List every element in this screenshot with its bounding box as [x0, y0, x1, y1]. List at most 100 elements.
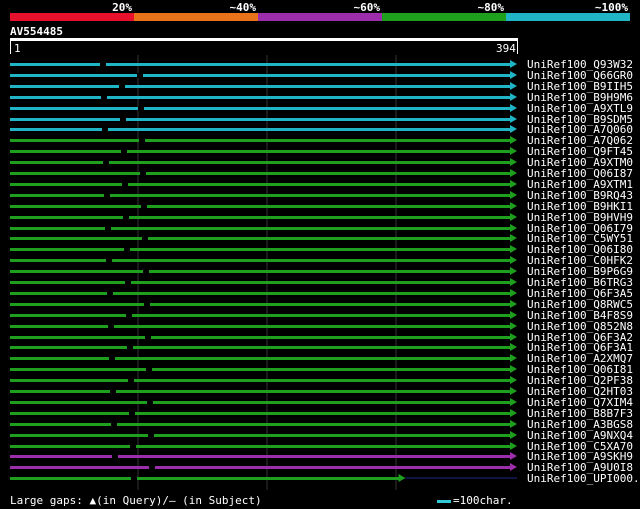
- hit-bar[interactable]: [10, 346, 511, 349]
- gap-mark: [120, 117, 126, 122]
- gap-mark: [104, 193, 110, 198]
- hit-bar[interactable]: [10, 150, 511, 153]
- gap-mark: [127, 345, 133, 350]
- hit-arrow: [510, 136, 517, 144]
- hit-arrow: [510, 115, 517, 123]
- gap-mark: [149, 465, 155, 470]
- gap-mark: [109, 356, 115, 361]
- gap-mark: [102, 127, 108, 132]
- hit-bar[interactable]: [10, 128, 511, 131]
- hit-arrow: [510, 322, 517, 330]
- hit-bar[interactable]: [10, 368, 511, 371]
- hit-bar[interactable]: [10, 270, 511, 273]
- gap-mark: [103, 160, 109, 165]
- gap-mark: [130, 444, 136, 449]
- hit-bar[interactable]: [10, 281, 511, 284]
- hit-arrow: [510, 169, 517, 177]
- hit-bar[interactable]: [10, 336, 511, 339]
- gap-mark: [131, 476, 137, 481]
- hit-arrow: [510, 104, 517, 112]
- hit-arrow: [510, 224, 517, 232]
- hit-bar[interactable]: [10, 292, 511, 295]
- hit-bar[interactable]: [10, 227, 511, 230]
- hit-arrow: [510, 354, 517, 362]
- hit-bar[interactable]: [10, 303, 511, 306]
- gap-mark: [100, 62, 106, 67]
- gap-mark: [139, 138, 145, 143]
- hit-bar[interactable]: [10, 423, 511, 426]
- gap-mark: [137, 73, 143, 78]
- hit-bar[interactable]: [10, 96, 511, 99]
- hit-bar[interactable]: [10, 205, 511, 208]
- gap-mark: [125, 280, 131, 285]
- hit-bar[interactable]: [10, 445, 511, 448]
- hit-bar[interactable]: [10, 63, 511, 66]
- hit-bar[interactable]: [10, 434, 511, 437]
- hit-bar[interactable]: [10, 314, 511, 317]
- gap-mark: [123, 215, 129, 220]
- footer-gap-legend: Large gaps: ▲(in Query)/– (in Subject): [10, 494, 262, 507]
- gap-mark: [121, 149, 127, 154]
- hit-arrow: [510, 365, 517, 373]
- gap-mark: [129, 411, 135, 416]
- gap-mark: [147, 400, 153, 405]
- footer-scale: =100char.: [437, 494, 513, 507]
- scale-label: =100char.: [453, 494, 513, 507]
- gap-mark: [141, 204, 147, 209]
- hit-arrow: [510, 463, 517, 471]
- hit-bar[interactable]: [10, 325, 511, 328]
- hit-arrow: [510, 278, 517, 286]
- gap-mark: [107, 291, 113, 296]
- hit-arrow: [510, 202, 517, 210]
- hit-label[interactable]: UniRef100_UPI000..: [527, 473, 640, 484]
- hit-bar[interactable]: [10, 85, 511, 88]
- hit-arrow: [510, 420, 517, 428]
- hit-arrow: [510, 82, 517, 90]
- hit-bar[interactable]: [10, 248, 511, 251]
- hit-bar[interactable]: [10, 466, 511, 469]
- hit-bar[interactable]: [10, 183, 511, 186]
- hit-arrow: [510, 158, 517, 166]
- hit-bar[interactable]: [10, 259, 511, 262]
- gap-mark: [112, 454, 118, 459]
- gap-mark: [146, 367, 152, 372]
- hit-bar[interactable]: [10, 74, 511, 77]
- gap-mark: [144, 302, 150, 307]
- hit-arrow: [510, 125, 517, 133]
- hit-arrow: [510, 234, 517, 242]
- hit-arrow: [510, 213, 517, 221]
- hit-bar[interactable]: [10, 390, 511, 393]
- hit-bar[interactable]: [10, 401, 511, 404]
- hit-arrow: [510, 333, 517, 341]
- hit-bar[interactable]: [10, 237, 511, 240]
- hit-arrow: [510, 452, 517, 460]
- hit-bar[interactable]: [10, 379, 511, 382]
- hit-arrow: [510, 376, 517, 384]
- hit-bar[interactable]: [10, 216, 511, 219]
- hit-arrow: [510, 289, 517, 297]
- hit-bar[interactable]: [10, 161, 511, 164]
- gap-mark: [142, 236, 148, 241]
- gap-mark: [143, 269, 149, 274]
- hit-bar[interactable]: [10, 477, 400, 480]
- gap-mark: [145, 335, 151, 340]
- hit-bar[interactable]: [10, 139, 511, 142]
- gap-mark: [101, 95, 107, 100]
- hit-bar[interactable]: [10, 118, 511, 121]
- hit-arrow: [510, 300, 517, 308]
- hit-arrow: [510, 93, 517, 101]
- hit-arrow: [510, 343, 517, 351]
- gap-mark: [105, 226, 111, 231]
- hit-bar[interactable]: [10, 412, 511, 415]
- hit-arrow: [510, 60, 517, 68]
- hit-bar[interactable]: [10, 455, 511, 458]
- hit-bar[interactable]: [10, 357, 511, 360]
- hit-bar[interactable]: [10, 107, 511, 110]
- hit-arrow: [510, 256, 517, 264]
- hit-bar[interactable]: [10, 172, 511, 175]
- gap-mark: [110, 389, 116, 394]
- hit-arrow: [510, 431, 517, 439]
- hit-arrow: [510, 442, 517, 450]
- hit-arrow: [510, 245, 517, 253]
- hit-bar[interactable]: [10, 194, 511, 197]
